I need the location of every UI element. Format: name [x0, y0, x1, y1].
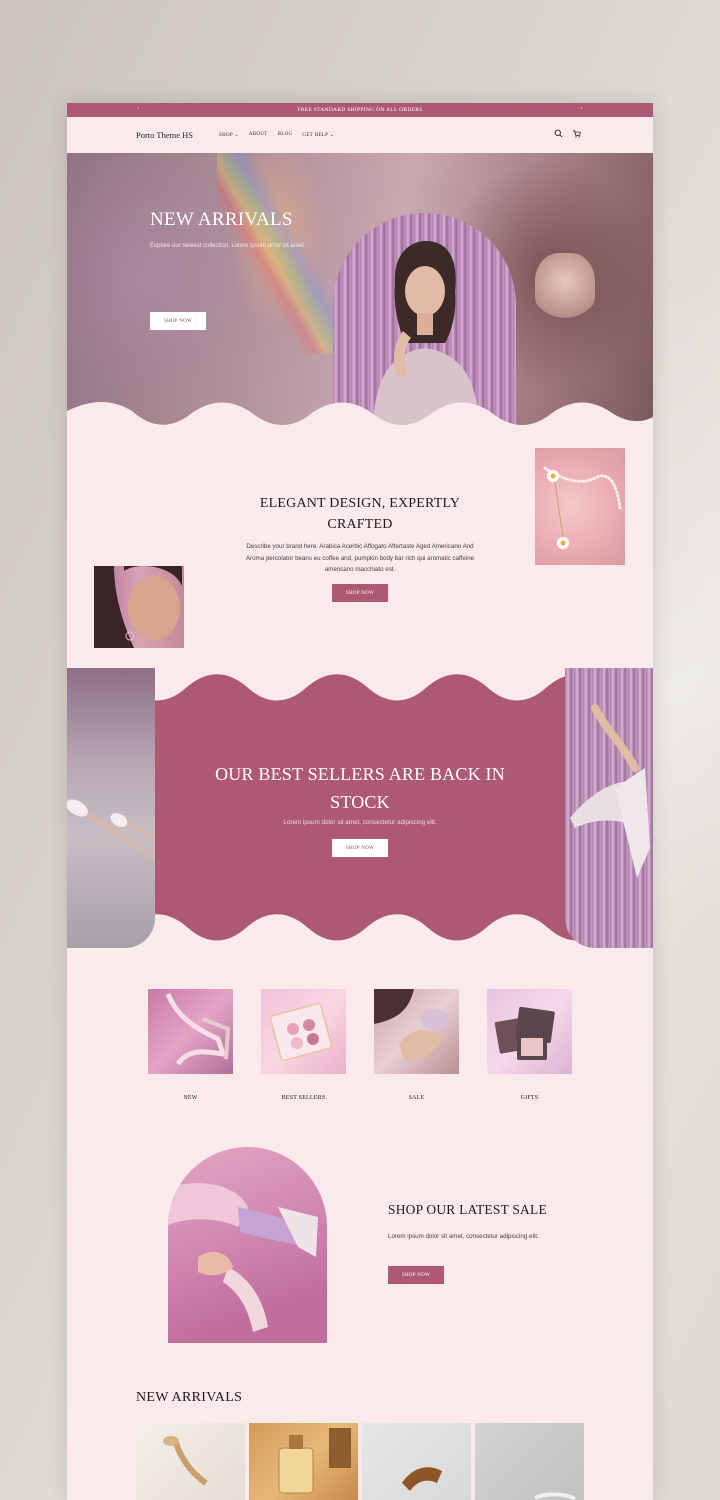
- brand-section-title: ELEGANT DESIGN, EXPERTLY CRAFTED: [259, 496, 461, 532]
- announcement-next-button[interactable]: ›: [580, 104, 583, 112]
- category-label: GIFTS: [520, 1095, 539, 1101]
- hands-graphic: [374, 989, 448, 1061]
- hero-shop-now-button[interactable]: SHOP NOW: [150, 312, 206, 330]
- nav-item-label: GET HELP: [302, 133, 329, 138]
- best-sellers-subtitle: Lorem ipsum dolor sit amet, consectetur …: [283, 819, 437, 826]
- hero-wave-divider: [67, 402, 653, 439]
- sale-arch-photo: [168, 1147, 327, 1343]
- heels-photo: [565, 668, 653, 948]
- category-label: BEST SELLERS: [281, 1095, 326, 1101]
- site-header: Porto Theme HS SHOP ⌄ ABOUT BLOG GET HEL…: [67, 117, 653, 153]
- nav-item-label: BLOG: [277, 132, 293, 137]
- product-card[interactable]: [362, 1423, 471, 1500]
- chevron-down-icon: ⌄: [329, 133, 335, 138]
- category-card-new[interactable]: NEW: [148, 989, 233, 1101]
- model-face-graphic: [94, 566, 182, 648]
- eyeshadow-palette-graphic: [269, 1002, 333, 1062]
- new-arrivals-heading: NEW ARRIVALS: [136, 1390, 243, 1405]
- chevron-down-icon: ⌄: [234, 133, 239, 138]
- best-sellers-title: OUR BEST SELLERS ARE BACK IN STOCK: [215, 764, 505, 812]
- category-image: [148, 989, 233, 1074]
- compact-graphic: [494, 1006, 555, 1060]
- heels-graphic: [570, 704, 650, 878]
- category-card-best-sellers[interactable]: BEST SELLERS: [261, 989, 346, 1101]
- perfume-bottle-graphic: [278, 1428, 351, 1494]
- product-card[interactable]: [249, 1423, 358, 1500]
- category-label: SALE: [408, 1095, 425, 1101]
- sale-shop-now-button[interactable]: SHOP NOW: [388, 1266, 444, 1284]
- jewelry-photo: [535, 448, 625, 565]
- sunglasses-graphic: [534, 1492, 577, 1500]
- hair-clip-graphic: [402, 1467, 442, 1491]
- category-card-sale[interactable]: SALE: [374, 989, 459, 1101]
- announcement-prev-button[interactable]: ‹: [137, 104, 140, 112]
- category-image: [374, 989, 459, 1074]
- announcement-text: FREE STANDARD SHIPPING ON ALL ORDERS: [297, 107, 423, 113]
- hero-subtitle: Explore our newest collection. Lorem ips…: [150, 243, 304, 249]
- store-page: ‹ FREE STANDARD SHIPPING ON ALL ORDERS ›…: [67, 103, 653, 1500]
- brand-section-description: Describe your brand here. Arabica Acerbi…: [245, 543, 475, 573]
- best-sellers-shop-now-button[interactable]: SHOP NOW: [332, 839, 388, 857]
- hero-rainbow-light: [217, 153, 337, 353]
- brushes-graphic: [67, 799, 155, 860]
- nav-item-about[interactable]: ABOUT: [249, 132, 268, 138]
- legs-heels-graphic: [168, 1183, 318, 1332]
- store-logo[interactable]: Porto Theme HS: [136, 130, 193, 140]
- header-icons: [554, 129, 581, 138]
- announcement-bar: ‹ FREE STANDARD SHIPPING ON ALL ORDERS ›: [67, 103, 653, 117]
- category-image: [487, 989, 572, 1074]
- category-label: NEW: [183, 1095, 198, 1101]
- daisy-charm-graphic: [543, 466, 622, 549]
- category-card-gifts[interactable]: GIFTS: [487, 989, 572, 1101]
- sale-section-description: Lorem ipsum dolor sit amet, consectetur …: [388, 1233, 539, 1240]
- search-icon[interactable]: [554, 129, 563, 138]
- product-card[interactable]: [475, 1423, 584, 1500]
- heels-graphic: [165, 993, 231, 1066]
- model-closeup-photo: [94, 566, 184, 648]
- category-image: [261, 989, 346, 1074]
- hero-title: NEW ARRIVALS: [150, 209, 293, 230]
- nav-item-shop[interactable]: SHOP ⌄: [219, 132, 239, 138]
- nav-item-label: SHOP: [219, 133, 233, 138]
- brand-shop-now-button[interactable]: SHOP NOW: [332, 584, 388, 602]
- nav-item-label: ABOUT: [248, 132, 268, 137]
- product-card[interactable]: [136, 1423, 245, 1500]
- makeup-brushes-photo: [67, 668, 155, 948]
- perfume-bottle-graphic: [163, 1436, 208, 1486]
- main-nav: SHOP ⌄ ABOUT BLOG GET HELP ⌄: [219, 132, 334, 138]
- sale-section-title: SHOP OUR LATEST SALE: [388, 1202, 547, 1217]
- nav-item-blog[interactable]: BLOG: [278, 132, 293, 138]
- cart-icon[interactable]: [572, 129, 581, 138]
- nav-item-get-help[interactable]: GET HELP ⌄: [302, 132, 334, 138]
- hero-background-hand: [535, 253, 595, 323]
